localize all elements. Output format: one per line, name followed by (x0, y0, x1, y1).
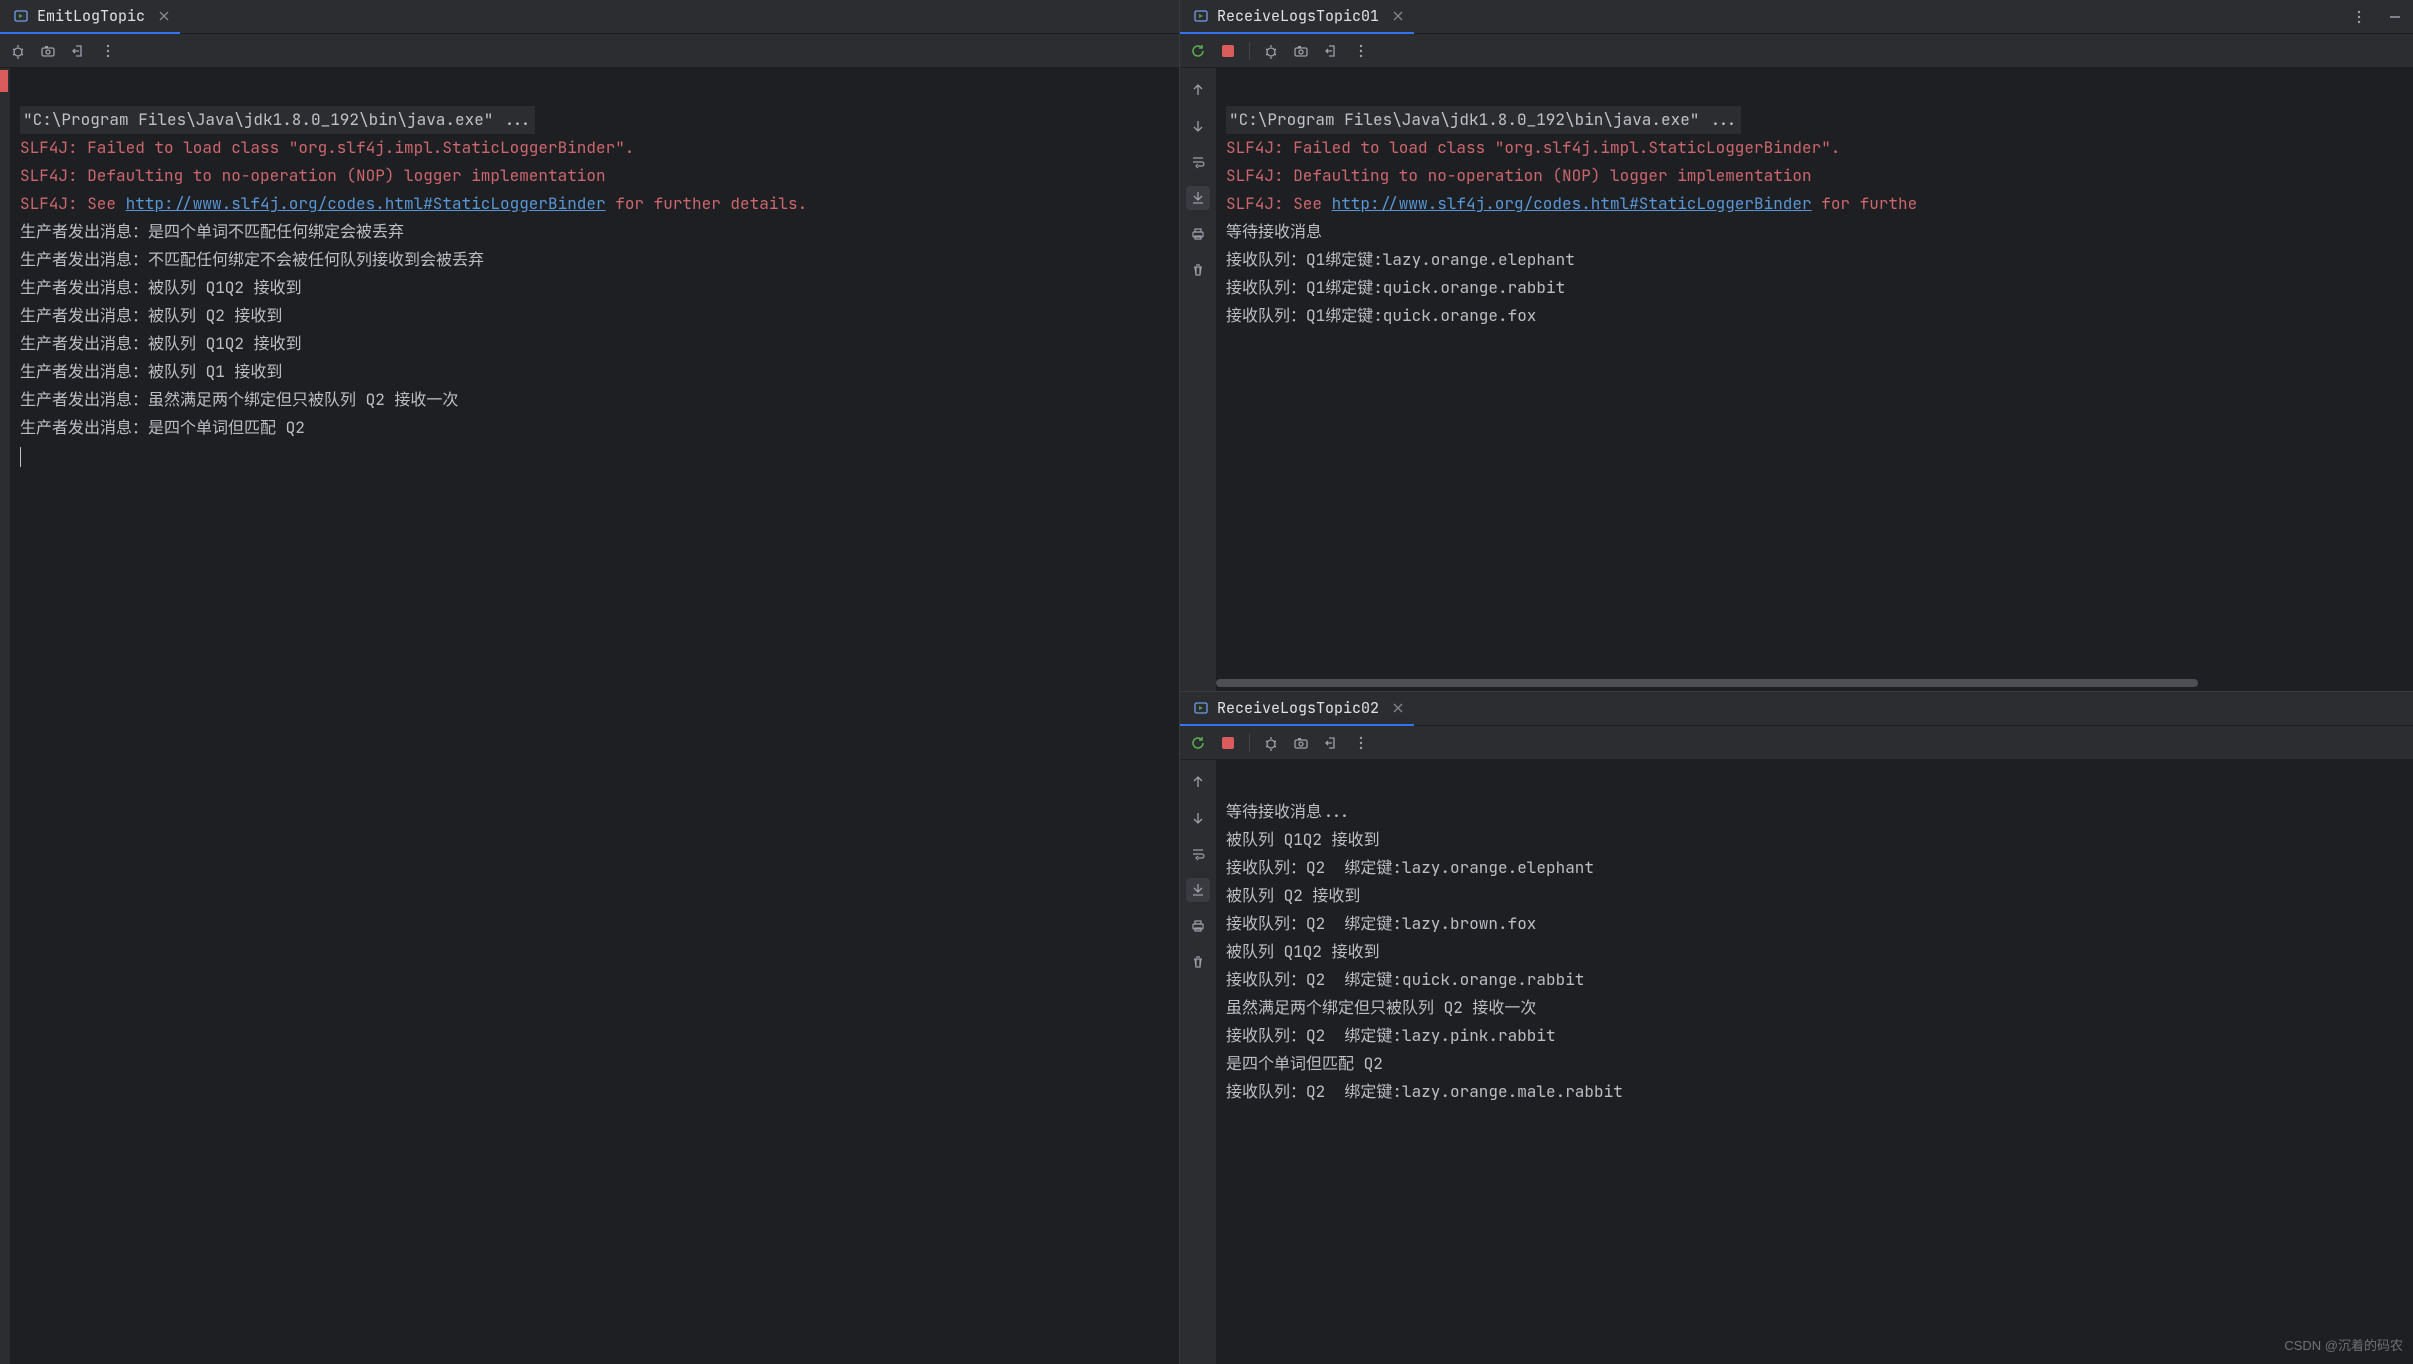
stop-icon[interactable] (1216, 39, 1240, 63)
toolbar-right-bottom (1180, 726, 2413, 760)
tab-bar-right-bottom: ReceiveLogsTopic02 (1180, 692, 2413, 726)
error-marker (0, 70, 8, 92)
debug-icon[interactable] (6, 39, 30, 63)
gutter-right-top (1180, 68, 1216, 691)
log-line: 是四个单词但匹配 Q2 (1226, 1053, 1383, 1074)
log-line: 接收队列：Q1绑定键:quick.orange.fox (1226, 305, 1536, 326)
log-line: 接收队列：Q1绑定键:quick.orange.rabbit (1226, 277, 1565, 298)
up-icon[interactable] (1186, 770, 1210, 794)
log-line: 生产者发出消息：是四个单词不匹配任何绑定会被丢弃 (20, 221, 404, 242)
debug-icon[interactable] (1259, 731, 1283, 755)
toolbar-right-top (1180, 34, 2413, 68)
tab-label: ReceiveLogsTopic01 (1217, 6, 1379, 26)
text-cursor (20, 447, 21, 467)
run-config-icon (1194, 8, 1210, 24)
camera-icon[interactable] (1289, 731, 1313, 755)
console-body-left: "C:\Program Files\Java\jdk1.8.0_192\bin\… (0, 68, 1179, 1364)
more-icon[interactable] (1349, 39, 1373, 63)
log-line: 等待接收消息... (1226, 801, 1351, 822)
slf4j-link[interactable]: http://www.slf4j.org/codes.html#StaticLo… (126, 193, 606, 214)
softwrap-icon[interactable] (1186, 150, 1210, 174)
log-line: 接收队列：Q2 绑定键:quick.orange.rabbit (1226, 969, 1584, 990)
log-line: 接收队列：Q2 绑定键:lazy.orange.elephant (1226, 857, 1594, 878)
stop-icon[interactable] (1216, 731, 1240, 755)
right-bottom-pane: ReceiveLogsTopic02 (1180, 692, 2413, 1364)
toolbar-left (0, 34, 1179, 68)
close-icon[interactable] (1390, 700, 1406, 716)
log-line: 生产者发出消息：不匹配任何绑定不会被任何队列接收到会被丢弃 (20, 249, 484, 270)
log-line: 接收队列：Q2 绑定键:lazy.orange.male.rabbit (1226, 1081, 1623, 1102)
console-output-right-top[interactable]: "C:\Program Files\Java\jdk1.8.0_192\bin\… (1216, 68, 2413, 679)
log-line: 生产者发出消息：被队列 Q1 接收到 (20, 361, 282, 382)
more-icon[interactable] (2347, 5, 2371, 29)
rerun-icon[interactable] (1186, 39, 1210, 63)
log-line: 生产者发出消息：被队列 Q1Q2 接收到 (20, 333, 302, 354)
left-console-pane: EmitLogTopic "C:\Program Files\Java\jdk1… (0, 0, 1180, 1364)
right-column: ReceiveLogsTopic01 (1180, 0, 2413, 1364)
exit-icon[interactable] (1319, 731, 1343, 755)
log-line: 等待接收消息 (1226, 221, 1322, 242)
trash-icon[interactable] (1186, 258, 1210, 282)
close-icon[interactable] (156, 8, 172, 24)
tab-bar-actions (2347, 5, 2407, 29)
horizontal-scrollbar[interactable] (1216, 679, 2413, 689)
log-line: 生产者发出消息：被队列 Q2 接收到 (20, 305, 282, 326)
down-icon[interactable] (1186, 114, 1210, 138)
print-icon[interactable] (1186, 914, 1210, 938)
run-config-icon (1194, 700, 1210, 716)
log-line: 生产者发出消息：被队列 Q1Q2 接收到 (20, 277, 302, 298)
close-icon[interactable] (1390, 8, 1406, 24)
log-line: 被队列 Q1Q2 接收到 (1226, 941, 1380, 962)
console-output-right-bottom[interactable]: 等待接收消息... 被队列 Q1Q2 接收到 接收队列：Q2 绑定键:lazy.… (1216, 760, 2413, 1364)
console-body-right-bottom: 等待接收消息... 被队列 Q1Q2 接收到 接收队列：Q2 绑定键:lazy.… (1180, 760, 2413, 1364)
print-icon[interactable] (1186, 222, 1210, 246)
tab-receivelogstopic01[interactable]: ReceiveLogsTopic01 (1180, 0, 1414, 34)
log-line: 被队列 Q2 接收到 (1226, 885, 1360, 906)
console-body-right-top: "C:\Program Files\Java\jdk1.8.0_192\bin\… (1180, 68, 2413, 691)
run-config-icon (14, 8, 30, 24)
tab-emitlogtopic[interactable]: EmitLogTopic (0, 0, 180, 34)
debug-icon[interactable] (1259, 39, 1283, 63)
tab-label: ReceiveLogsTopic02 (1217, 698, 1379, 718)
watermark: CSDN @沉着的码农 (2284, 1335, 2403, 1354)
tab-receivelogstopic02[interactable]: ReceiveLogsTopic02 (1180, 692, 1414, 726)
scroll-to-end-icon[interactable] (1186, 878, 1210, 902)
log-line: 生产者发出消息：是四个单词但匹配 Q2 (20, 417, 305, 438)
cmd-line: "C:\Program Files\Java\jdk1.8.0_192\bin\… (20, 106, 535, 134)
log-line: SLF4J: Failed to load class "org.slf4j.i… (1226, 137, 1840, 158)
console-output-left[interactable]: "C:\Program Files\Java\jdk1.8.0_192\bin\… (10, 68, 1179, 1364)
log-line: 生产者发出消息：虽然满足两个绑定但只被队列 Q2 接收一次 (20, 389, 458, 410)
log-line: 接收队列：Q1绑定键:lazy.orange.elephant (1226, 249, 1575, 270)
log-line: 被队列 Q1Q2 接收到 (1226, 829, 1380, 850)
exit-icon[interactable] (66, 39, 90, 63)
tab-bar-left: EmitLogTopic (0, 0, 1179, 34)
gutter-left (0, 68, 10, 1364)
exit-icon[interactable] (1319, 39, 1343, 63)
log-line: SLF4J: See http://www.slf4j.org/codes.ht… (1226, 193, 1917, 214)
tab-bar-right-top: ReceiveLogsTopic01 (1180, 0, 2413, 34)
camera-icon[interactable] (1289, 39, 1313, 63)
up-icon[interactable] (1186, 78, 1210, 102)
log-line: SLF4J: Defaulting to no-operation (NOP) … (1226, 165, 1812, 186)
scroll-to-end-icon[interactable] (1186, 186, 1210, 210)
down-icon[interactable] (1186, 806, 1210, 830)
log-line: 接收队列：Q2 绑定键:lazy.pink.rabbit (1226, 1025, 1556, 1046)
gutter-right-bottom (1180, 760, 1216, 1364)
log-line: 接收队列：Q2 绑定键:lazy.brown.fox (1226, 913, 1536, 934)
minimize-icon[interactable] (2383, 5, 2407, 29)
tab-label: EmitLogTopic (37, 6, 145, 26)
cmd-line: "C:\Program Files\Java\jdk1.8.0_192\bin\… (1226, 106, 1741, 134)
more-icon[interactable] (96, 39, 120, 63)
camera-icon[interactable] (36, 39, 60, 63)
log-line: SLF4J: Failed to load class "org.slf4j.i… (20, 137, 634, 158)
log-line: SLF4J: See http://www.slf4j.org/codes.ht… (20, 193, 807, 214)
slf4j-link[interactable]: http://www.slf4j.org/codes.html#StaticLo… (1332, 193, 1812, 214)
more-icon[interactable] (1349, 731, 1373, 755)
trash-icon[interactable] (1186, 950, 1210, 974)
softwrap-icon[interactable] (1186, 842, 1210, 866)
log-line: SLF4J: Defaulting to no-operation (NOP) … (20, 165, 606, 186)
rerun-icon[interactable] (1186, 731, 1210, 755)
log-line: 虽然满足两个绑定但只被队列 Q2 接收一次 (1226, 997, 1536, 1018)
right-top-pane: ReceiveLogsTopic01 (1180, 0, 2413, 692)
